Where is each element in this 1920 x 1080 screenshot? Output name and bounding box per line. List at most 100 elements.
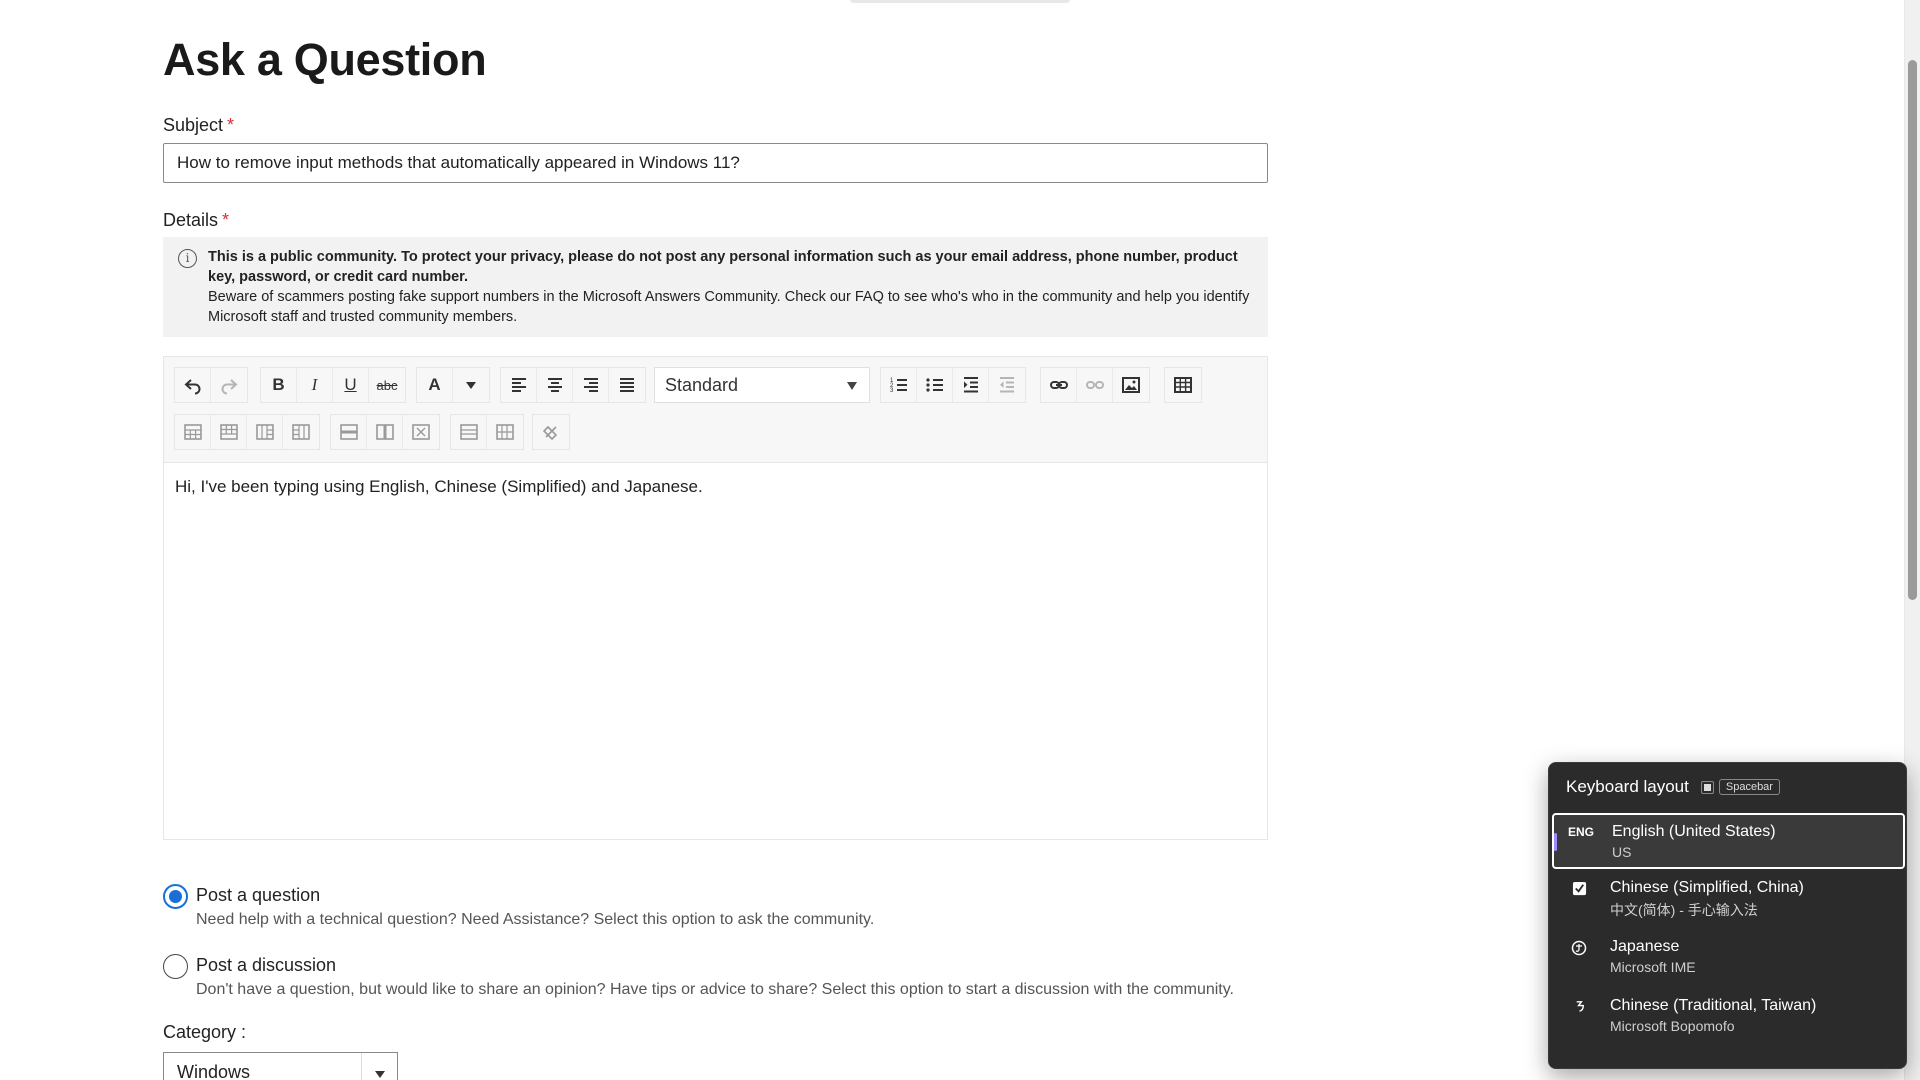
delete-row-button[interactable] (331, 415, 367, 449)
split-cells-button[interactable] (487, 415, 523, 449)
table-group (1164, 367, 1202, 403)
info-icon: i (178, 249, 197, 268)
delete-column-icon (375, 424, 394, 440)
font-color-button[interactable]: A (417, 368, 453, 402)
layout-item-english[interactable]: ENG English (United States) US (1552, 813, 1905, 869)
link-icon (1049, 381, 1068, 389)
numbered-list-button[interactable]: 123 (881, 368, 917, 402)
clear-format-button[interactable] (533, 415, 569, 449)
chinese-simplified-ime-icon (1566, 881, 1592, 899)
insert-row-above-icon (183, 424, 202, 440)
layout-sub: 中文(简体) - 手心输入法 (1610, 902, 1758, 918)
justify-icon (620, 378, 634, 392)
layout-name: Chinese (Traditional, Taiwan) (1610, 997, 1817, 1014)
merge-cells-icon (459, 424, 478, 440)
editor-toolbar: B I U abc A Standard 1 2 3 (164, 357, 1267, 463)
unlink-button[interactable] (1077, 368, 1113, 402)
table-ops-group-3 (450, 414, 524, 450)
indent-button[interactable] (953, 368, 989, 402)
italic-button[interactable]: I (297, 368, 333, 402)
chevron-down-icon (361, 1053, 397, 1080)
japanese-ime-icon (1566, 940, 1592, 959)
delete-table-icon (412, 424, 430, 440)
align-group (500, 367, 646, 403)
flyout-title: Keyboard layout (1566, 777, 1689, 796)
justify-button[interactable] (609, 368, 645, 402)
post-question-desc: Need help with a technical question? Nee… (196, 911, 875, 928)
row-below-button[interactable] (211, 415, 247, 449)
layout-sub: Microsoft IME (1610, 959, 1696, 975)
col-left-button[interactable] (247, 415, 283, 449)
bopomofo-ime-icon (1566, 999, 1592, 1017)
details-label: Details * (163, 210, 229, 231)
spacebar-hint: Spacebar (1718, 779, 1780, 795)
numbered-list-icon: 123 (890, 378, 907, 394)
eng-icon: ENG (1568, 825, 1595, 839)
bullet-list-button[interactable] (917, 368, 953, 402)
history-group (174, 367, 248, 403)
insert-table-button[interactable] (1165, 368, 1201, 402)
chevron-down-icon (847, 382, 857, 390)
table-ops-group-1 (174, 414, 320, 450)
subject-label: Subject * (163, 115, 234, 136)
font-color-group: A (416, 367, 490, 403)
col-right-button[interactable] (283, 415, 319, 449)
layout-sub: Microsoft Bopomofo (1610, 1018, 1735, 1034)
post-discussion-desc: Don't have a question, but would like to… (196, 981, 1234, 998)
format-select[interactable]: Standard (654, 367, 870, 403)
insert-image-button[interactable] (1113, 368, 1149, 402)
merge-cells-button[interactable] (451, 415, 487, 449)
list-group: 123 (880, 367, 1026, 403)
category-select[interactable]: Windows (163, 1052, 398, 1080)
editor-content[interactable]: Hi, I've been typing using English, Chin… (175, 477, 703, 497)
layout-item-chinese-traditional[interactable]: Chinese (Traditional, Taiwan) Microsoft … (1552, 989, 1905, 1045)
bold-button[interactable]: B (261, 368, 297, 402)
underline-button[interactable]: U (333, 368, 369, 402)
insert-row-below-icon (219, 424, 238, 440)
post-question-title: Post a question (196, 885, 321, 905)
post-discussion-radio[interactable] (163, 954, 188, 979)
layout-sub: US (1612, 844, 1632, 860)
details-label-text: Details (163, 210, 219, 230)
post-question-radio[interactable] (163, 884, 188, 909)
undo-button[interactable] (175, 368, 211, 402)
layout-name: Chinese (Simplified, China) (1610, 879, 1804, 896)
chevron-down-icon (466, 381, 476, 389)
layout-item-chinese-simplified[interactable]: Chinese (Simplified, China) 中文(简体) - 手心输… (1552, 871, 1905, 927)
align-left-icon (511, 378, 526, 392)
delete-table-button[interactable] (403, 415, 439, 449)
selected-indicator (1554, 833, 1557, 851)
format-select-value: Standard (665, 375, 739, 395)
redo-button[interactable] (211, 368, 247, 402)
top-edge-decoration (850, 0, 1070, 3)
strikethrough-button[interactable]: abc (369, 368, 405, 402)
category-select-value: Windows (177, 1062, 251, 1080)
align-center-button[interactable] (537, 368, 573, 402)
delete-row-icon (339, 424, 358, 440)
windows-key-icon (1700, 780, 1714, 794)
layout-name: English (United States) (1612, 823, 1776, 840)
undo-icon (184, 379, 200, 395)
svg-text:3: 3 (890, 388, 894, 394)
privacy-notice-bold: This is a public community. To protect y… (208, 249, 1238, 285)
outdent-button[interactable] (989, 368, 1025, 402)
category-label: Category : (163, 1022, 247, 1042)
privacy-notice-text: Beware of scammers posting fake support … (208, 289, 1250, 325)
subject-input[interactable] (163, 143, 1268, 183)
align-left-button[interactable] (501, 368, 537, 402)
insert-column-right-icon (292, 424, 310, 440)
required-mark: * (222, 210, 230, 230)
table-icon (1174, 377, 1192, 393)
redo-icon (221, 379, 238, 395)
scrollbar-thumb[interactable] (1908, 60, 1917, 600)
row-above-button[interactable] (175, 415, 211, 449)
layout-item-japanese[interactable]: Japanese Microsoft IME (1552, 930, 1905, 986)
insert-group (1040, 367, 1150, 403)
insert-link-button[interactable] (1041, 368, 1077, 402)
align-right-icon (583, 378, 598, 392)
delete-column-button[interactable] (367, 415, 403, 449)
align-right-button[interactable] (573, 368, 609, 402)
font-color-dropdown[interactable] (453, 368, 489, 402)
table-ops-group-2 (330, 414, 440, 450)
flyout-header: Keyboard layout Spacebar (1566, 777, 1780, 797)
